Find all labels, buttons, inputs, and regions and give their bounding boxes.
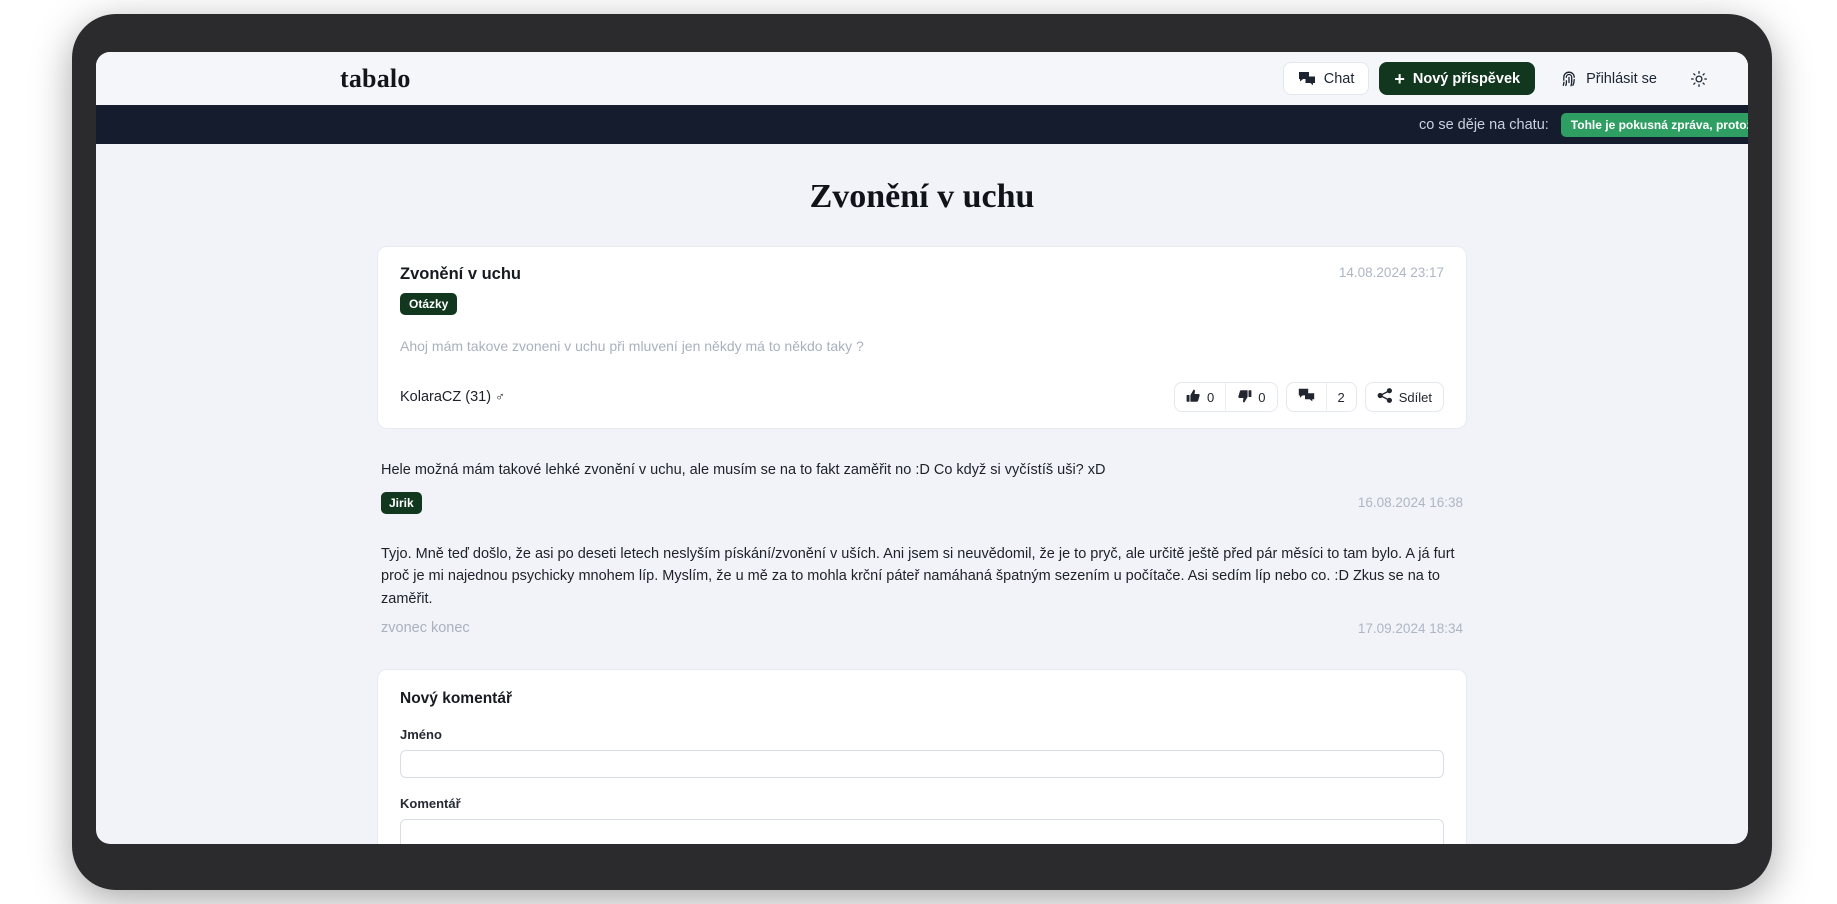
post-body: Ahoj mám takove zvoneni v uchu při mluve… (400, 338, 864, 354)
comment-textarea[interactable] (400, 819, 1444, 844)
post-card: Zvonění v uchu Otázky 14.08.2024 23:17 A… (377, 246, 1467, 429)
new-post-button[interactable]: + Nový příspěvek (1379, 62, 1536, 95)
post-footer: KolaraCZ (31) ♂ 0 0 2 Sdílet (400, 382, 1444, 412)
comment-item: Tyjo. Mně teď došlo, že asi po deseti le… (377, 543, 1467, 637)
comment-item: Hele možná mám takové lehké zvonění v uc… (377, 459, 1467, 514)
login-button[interactable]: Přihlásit se (1545, 62, 1672, 95)
name-input[interactable] (400, 750, 1444, 779)
thread-container: Zvonění v uchu Otázky 14.08.2024 23:17 A… (377, 246, 1467, 844)
share-group: Sdílet (1364, 382, 1444, 412)
sun-icon (1690, 70, 1708, 88)
header-actions: Chat + Nový příspěvek Přihlásit se (1282, 62, 1716, 95)
thumbs-up-icon (1186, 389, 1201, 406)
comment-field-label: Komentář (400, 796, 461, 812)
post-title: Zvonění v uchu (400, 265, 522, 283)
site-header: tabalo Chat + Nový příspěvek Přihlásit s… (96, 52, 1748, 105)
site-logo[interactable]: tabalo (340, 64, 411, 94)
comment-date: 17.09.2024 18:34 (1357, 620, 1463, 636)
comments-icon-button[interactable] (1287, 383, 1326, 411)
like-count: 0 (1207, 389, 1215, 405)
post-author-name: KolaraCZ (400, 389, 462, 405)
comment-text: Tyjo. Mně teď došlo, že asi po deseti le… (381, 545, 1455, 607)
dislike-count: 0 (1258, 389, 1266, 405)
comment-text: Hele možná mám takové lehké zvonění v uc… (381, 462, 1106, 478)
post-actions: 0 0 2 Sdílet (1174, 382, 1444, 412)
page-title: Zvonění v uchu (809, 178, 1035, 215)
chat-ticker-message[interactable]: Tohle je pokusná zpráva, protože vůbec n… (1560, 112, 1748, 137)
comment-group: 2 (1285, 382, 1357, 412)
like-button[interactable]: 0 (1175, 383, 1225, 411)
form-title: Nový komentář (400, 690, 512, 708)
thumbs-down-icon (1237, 389, 1252, 406)
theme-toggle-button[interactable] (1682, 62, 1716, 95)
plus-icon: + (1394, 68, 1405, 89)
chat-button[interactable]: Chat (1282, 62, 1370, 95)
comment-author-badge[interactable]: Jirik (381, 491, 422, 514)
share-icon (1377, 388, 1393, 406)
post-author[interactable]: KolaraCZ (31) ♂ (400, 389, 505, 405)
chat-ticker-bar[interactable]: co se děje na chatu: Tohle je pokusná zp… (96, 105, 1748, 144)
new-post-label: Nový příspěvek (1412, 70, 1521, 87)
share-button[interactable]: Sdílet (1366, 383, 1443, 411)
vote-group: 0 0 (1174, 382, 1278, 412)
dislike-button[interactable]: 0 (1225, 383, 1276, 411)
comment-author-name[interactable]: zvonec konec (381, 620, 470, 636)
device-frame: tabalo Chat + Nový příspěvek Přihlásit s… (72, 14, 1772, 890)
post-date: 14.08.2024 23:17 (1338, 265, 1444, 280)
chat-ticker-label: co se děje na chatu: (1419, 116, 1549, 133)
post-category-badge[interactable]: Otázky (400, 293, 458, 315)
share-label: Sdílet (1398, 389, 1432, 405)
fingerprint-icon (1560, 70, 1578, 88)
chat-bubbles-icon (1298, 71, 1316, 87)
comment-date: 16.08.2024 16:38 (1357, 495, 1463, 511)
login-label: Přihlásit se (1586, 70, 1657, 87)
comment-count: 2 (1337, 389, 1345, 405)
comment-count-button[interactable]: 2 (1325, 383, 1356, 411)
post-author-age: (31) (465, 389, 492, 405)
gender-male-icon: ♂ (495, 389, 505, 404)
chat-button-label: Chat (1323, 70, 1355, 87)
comment-footer: zvonec konec 17.09.2024 18:34 (381, 620, 1463, 636)
main-content: Zvonění v uchu Zvonění v uchu Otázky 14.… (96, 144, 1748, 844)
name-field-label: Jméno (400, 727, 442, 743)
device-bezel: tabalo Chat + Nový příspěvek Přihlásit s… (96, 52, 1748, 844)
browser-viewport: tabalo Chat + Nový příspěvek Přihlásit s… (96, 52, 1748, 844)
comment-footer: Jirik 16.08.2024 16:38 (381, 491, 1463, 514)
comment-bubbles-icon (1298, 388, 1315, 406)
post-header: Zvonění v uchu Otázky 14.08.2024 23:17 (400, 265, 1444, 315)
new-comment-form: Nový komentář Jméno Komentář Odeslat (377, 669, 1467, 844)
